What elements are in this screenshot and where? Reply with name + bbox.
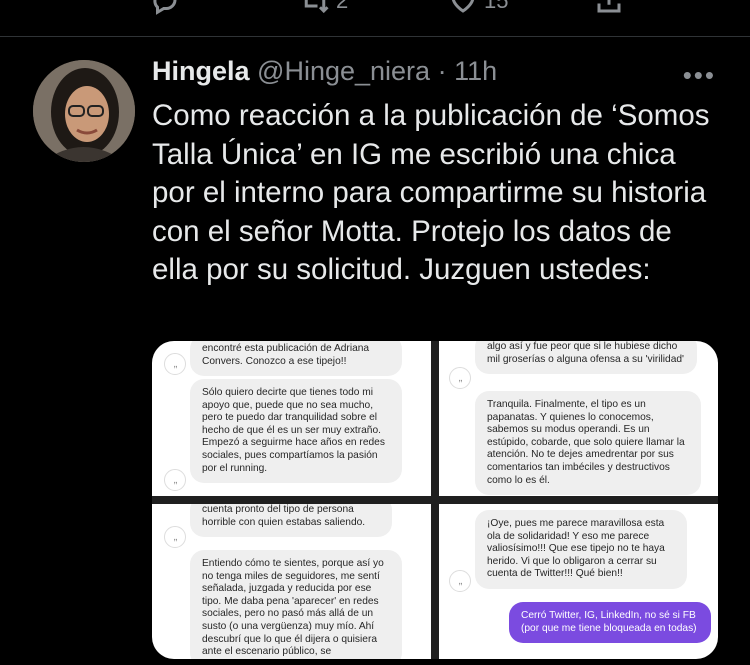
tweet-header: Hingela @Hinge_niera · 11h (152, 56, 497, 87)
chat-bubble: algo así y fue peor que si le hubiese di… (475, 341, 697, 375)
like-button[interactable]: 15 (448, 0, 508, 16)
screenshot-image-3[interactable]: cuenta pronto del tipo de persona horrib… (152, 504, 431, 659)
screenshot-image-4[interactable]: ¡Oye, pues me parece maravillosa esta ol… (439, 504, 718, 659)
user-handle[interactable]: @Hinge_niera (257, 56, 430, 86)
screenshot-image-1[interactable]: ,, encontré esta publicación de Adriana … (152, 341, 431, 496)
reply-icon (153, 0, 177, 15)
chat-bubble: Tranquila. Finalmente, el tipo es un pap… (475, 391, 701, 496)
share-icon (597, 0, 621, 13)
avatar-photo (33, 60, 135, 162)
profile-placeholder-icon: ,, (449, 570, 471, 592)
retweet-icon (304, 0, 329, 14)
tweet-media-grid[interactable]: ,, encontré esta publicación de Adriana … (152, 341, 718, 659)
profile-placeholder-icon: ,, (449, 367, 471, 389)
screenshot-image-2[interactable]: algo así y fue peor que si le hubiese di… (439, 341, 718, 496)
profile-placeholder-icon: ,, (164, 469, 186, 491)
profile-placeholder-icon: ,, (164, 353, 186, 375)
avatar[interactable] (33, 60, 135, 162)
tweet-text: Como reacción a la publicación de ‘Somos… (152, 99, 710, 286)
share-button[interactable] (594, 0, 624, 16)
profile-placeholder-icon: ,, (164, 526, 186, 548)
tweet-timestamp[interactable]: 11h (454, 56, 497, 86)
display-name[interactable]: Hingela (152, 56, 250, 86)
chat-bubble: cuenta pronto del tipo de persona horrib… (190, 504, 392, 538)
reply-button[interactable] (150, 0, 180, 16)
chat-bubble-outgoing: Cerró Twitter, IG, LinkedIn, no sé si FB… (509, 602, 711, 644)
retweet-button[interactable]: 2 (300, 0, 348, 16)
chat-bubble: Sólo quiero decirte que tienes todo mi a… (190, 379, 402, 484)
like-count: 15 (484, 0, 509, 13)
chat-bubble: ¡Oye, pues me parece maravillosa esta ol… (475, 510, 687, 589)
chat-bubble: encontré esta publicación de Adriana Con… (190, 341, 402, 377)
more-options-icon[interactable]: ••• (683, 60, 716, 91)
tweet-actions-bar: 2 15 (0, 0, 750, 37)
chat-bubble: Entiendo cómo te sientes, porque así yo … (190, 550, 402, 659)
separator-dot: · (437, 56, 447, 86)
retweet-count: 2 (336, 0, 349, 13)
heart-icon (451, 0, 475, 13)
